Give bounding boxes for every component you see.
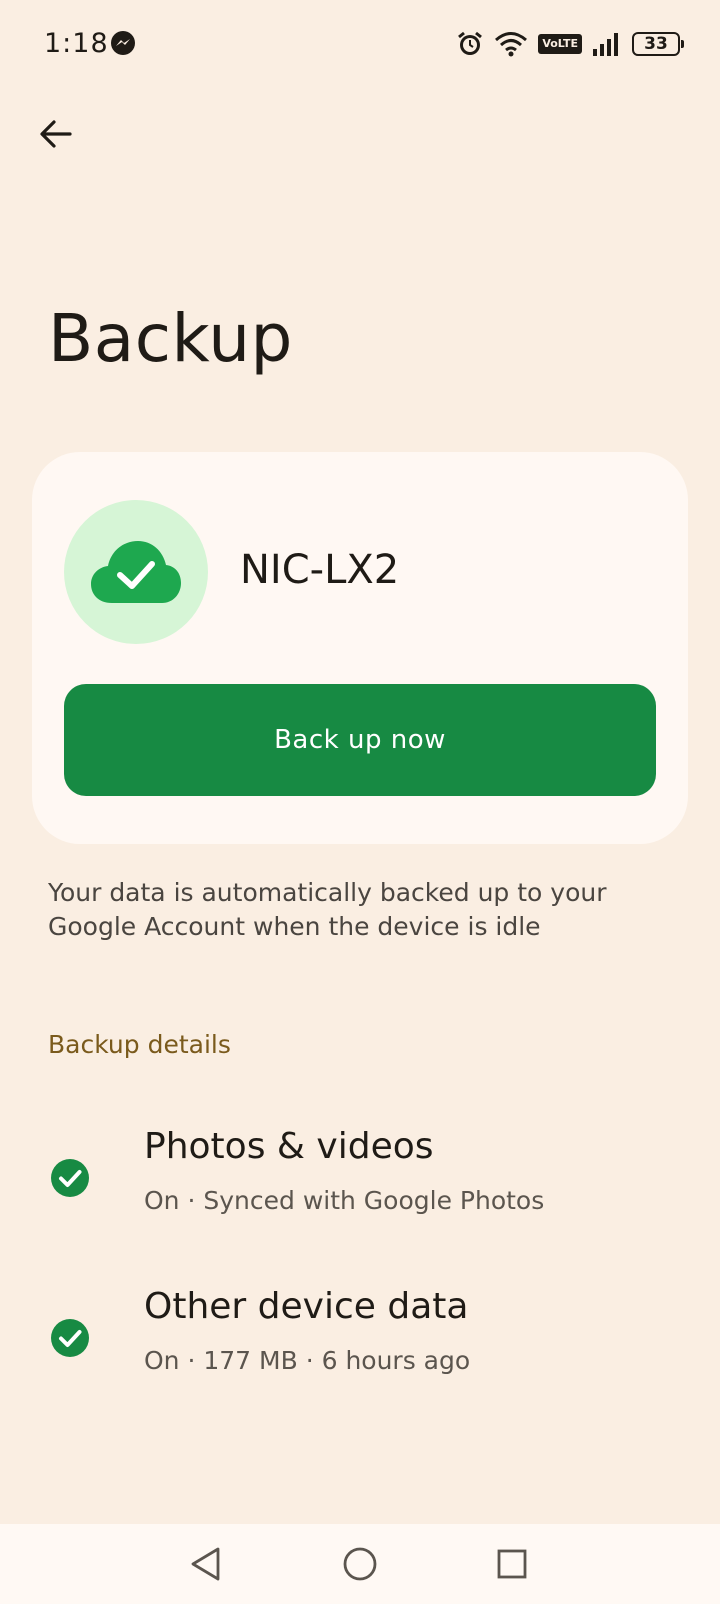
volte-icon: VoLTE bbox=[538, 34, 582, 54]
nav-home-icon bbox=[343, 1547, 377, 1581]
detail-title: Other device data bbox=[144, 1286, 469, 1327]
status-time: 1:18 bbox=[44, 28, 109, 59]
nav-recents-icon bbox=[497, 1549, 527, 1579]
device-name: NIC-LX2 bbox=[240, 547, 400, 593]
nav-back-icon bbox=[191, 1547, 220, 1581]
backup-now-button[interactable]: Back up now bbox=[64, 684, 656, 796]
wifi-icon bbox=[495, 32, 528, 57]
nav-back-button[interactable] bbox=[180, 1538, 232, 1590]
signal-icon bbox=[593, 33, 618, 56]
status-icons: VoLTE 33 bbox=[456, 28, 684, 60]
backup-description: Your data is automatically backed up to … bbox=[48, 878, 607, 941]
detail-title: Photos & videos bbox=[144, 1126, 434, 1167]
detail-row-other-device-data[interactable]: Other device data On · 177 MB · 6 hours … bbox=[0, 1268, 720, 1408]
messenger-icon bbox=[111, 31, 135, 55]
alarm-icon bbox=[458, 31, 483, 55]
backup-card: NIC-LX2 Back up now bbox=[32, 452, 688, 844]
battery-level: 33 bbox=[644, 33, 668, 54]
navigation-bar bbox=[0, 1524, 720, 1604]
nav-recents-button[interactable] bbox=[486, 1538, 538, 1590]
status-bar: 1:18 VoLTE 33 bbox=[0, 0, 720, 90]
section-header-backup-details: Backup details bbox=[48, 1030, 231, 1059]
check-circle-icon bbox=[51, 1159, 89, 1197]
detail-subtitle: On · Synced with Google Photos bbox=[144, 1186, 545, 1215]
cloud-status-badge bbox=[64, 500, 208, 644]
detail-row-photos-videos[interactable]: Photos & videos On · Synced with Google … bbox=[0, 1108, 720, 1248]
nav-home-button[interactable] bbox=[334, 1538, 386, 1590]
cloud-check-icon bbox=[91, 541, 181, 603]
page-title: Backup bbox=[48, 300, 293, 377]
back-button[interactable] bbox=[30, 108, 82, 160]
detail-subtitle: On · 177 MB · 6 hours ago bbox=[144, 1346, 471, 1375]
battery-icon: 33 bbox=[632, 32, 684, 56]
check-circle-icon bbox=[51, 1319, 89, 1357]
arrow-back-icon bbox=[40, 120, 72, 148]
